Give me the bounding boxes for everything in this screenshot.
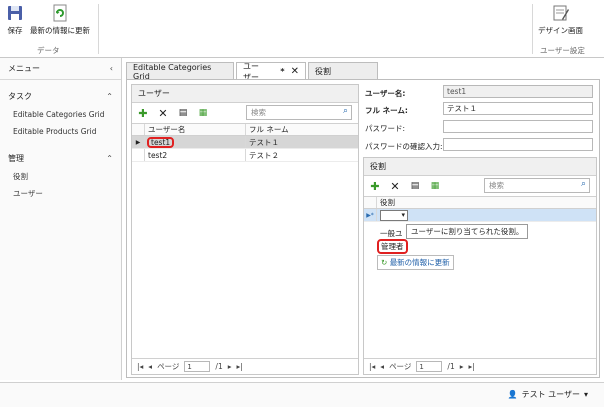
menu-header[interactable]: メニュー ‹ (0, 58, 121, 80)
role-dropdown[interactable]: ▾ (380, 209, 408, 221)
modified-indicator: * (280, 67, 285, 76)
password-label: パスワード: (365, 124, 406, 133)
nav-item-editable-products-grid[interactable]: Editable Products Grid (0, 123, 121, 140)
password-confirm-label: パスワードの確認入力: (365, 142, 443, 151)
role-option-admin[interactable]: 管理者 (377, 239, 408, 254)
last-page-icon[interactable]: ▸| (469, 362, 475, 371)
first-page-icon[interactable]: |◂ (369, 362, 375, 371)
collapse-icon[interactable]: ‹ (110, 64, 113, 73)
navigation-menu: メニュー ‹ タスク ⌃ Editable Categories Grid Ed… (0, 58, 122, 380)
page-number-input[interactable]: 1 (184, 361, 211, 372)
column-header-role[interactable]: 役割 (377, 197, 596, 208)
design-screen-button[interactable]: デザイン画面 (538, 4, 583, 36)
roles-grid: 役割 ▶* ▾ (364, 196, 596, 222)
role-option-general[interactable]: 一般ユ (380, 228, 403, 239)
nav-item-users[interactable]: ユーザー (0, 185, 121, 202)
username-label: ユーザー名: (365, 89, 406, 98)
nav-item-roles[interactable]: 役割 (0, 168, 121, 185)
chevron-down-icon: ▾ (583, 390, 588, 399)
ribbon-divider (532, 4, 533, 54)
delete-icon[interactable]: ✕ (389, 180, 401, 193)
add-icon[interactable]: ✚ (369, 180, 381, 193)
current-user-menu[interactable]: 👤 テスト ユーザー ▾ (508, 389, 588, 400)
tab-strip: Editable Categories Grid ユーザー * ✕ 役割 (126, 62, 378, 82)
next-page-icon[interactable]: ▸ (228, 362, 232, 371)
export-icon[interactable]: ▦ (197, 108, 209, 118)
edit-icon[interactable]: ▤ (409, 181, 421, 191)
last-page-icon[interactable]: ▸| (237, 362, 243, 371)
users-panel: ユーザー ✚ ✕ ▤ ▦ 検索 ⌕ ユーザー名 フル ネーム ▶ test1 テ… (131, 84, 359, 375)
user-icon: 👤 (507, 390, 518, 399)
prev-page-icon[interactable]: ◂ (380, 362, 384, 371)
table-row[interactable]: test2 テスト２ (132, 149, 358, 162)
username-cell[interactable]: test2 (145, 149, 246, 161)
save-button[interactable]: 保存 (6, 4, 24, 36)
page-number-input[interactable]: 1 (416, 361, 443, 372)
column-header-username[interactable]: ユーザー名 (145, 124, 246, 135)
tab-editable-categories-grid[interactable]: Editable Categories Grid (126, 62, 234, 81)
new-row-indicator-icon: ▶* (364, 209, 377, 221)
users-search-input[interactable]: 検索 ⌕ (246, 105, 352, 120)
table-row[interactable]: ▶ test1 テスト１ (132, 136, 358, 149)
design-icon (553, 5, 569, 21)
search-icon[interactable]: ⌕ (581, 179, 586, 189)
chevron-up-icon: ⌃ (106, 153, 113, 163)
fullname-cell[interactable]: テスト２ (246, 149, 358, 161)
prev-page-icon[interactable]: ◂ (148, 362, 152, 371)
roles-panel: 役割 ✚ ✕ ▤ ▦ 検索 ⌕ 役割 ▶* ▾ 一般ユ ユーザーに割り当てられた… (363, 157, 597, 375)
add-icon[interactable]: ✚ (137, 107, 149, 120)
search-icon[interactable]: ⌕ (343, 106, 348, 116)
tab-users[interactable]: ユーザー * ✕ (236, 62, 306, 82)
chevron-up-icon: ⌃ (106, 91, 113, 101)
username-field[interactable]: test1 (443, 85, 593, 98)
tab-roles[interactable]: 役割 (308, 62, 378, 80)
users-grid-header: ユーザー名 フル ネーム (132, 123, 358, 136)
column-header-fullname[interactable]: フル ネーム (246, 124, 358, 135)
users-panel-title: ユーザー (132, 85, 358, 103)
user-settings-group-label: ユーザー設定 (540, 46, 585, 55)
admin-section[interactable]: 管理 ⌃ (0, 148, 121, 168)
ribbon-divider (98, 4, 99, 54)
users-toolbar: ✚ ✕ ▤ ▦ 検索 ⌕ (132, 103, 358, 123)
refresh-link[interactable]: ↻ 最新の情報に更新 (377, 255, 454, 270)
chevron-down-icon[interactable]: ▾ (401, 211, 405, 219)
fullname-field[interactable]: テスト１ (443, 102, 593, 115)
table-row[interactable]: ▶* ▾ (364, 209, 596, 222)
password-confirm-field[interactable] (443, 138, 593, 151)
password-field[interactable] (443, 120, 593, 133)
username-cell[interactable]: test1 (146, 136, 175, 148)
first-page-icon[interactable]: |◂ (137, 362, 143, 371)
roles-pager: |◂ ◂ ページ 1 /1 ▸ ▸| (364, 358, 596, 374)
row-indicator-icon: ▶ (132, 136, 145, 148)
role-tooltip: ユーザーに割り当てられた役割。 (406, 224, 529, 239)
roles-panel-title: 役割 (364, 158, 596, 176)
export-icon[interactable]: ▦ (429, 181, 441, 191)
delete-icon[interactable]: ✕ (157, 107, 169, 120)
next-page-icon[interactable]: ▸ (460, 362, 464, 371)
edit-icon[interactable]: ▤ (177, 108, 189, 118)
refresh-icon: ↻ (381, 258, 388, 267)
users-grid: ユーザー名 フル ネーム ▶ test1 テスト１ test2 テスト２ (132, 123, 358, 162)
close-icon[interactable]: ✕ (291, 66, 299, 77)
refresh-button[interactable]: 最新の情報に更新 (30, 4, 90, 36)
data-group-label: データ (37, 46, 60, 55)
tasks-section[interactable]: タスク ⌃ (0, 86, 121, 106)
workspace: ユーザー ✚ ✕ ▤ ▦ 検索 ⌕ ユーザー名 フル ネーム ▶ test1 テ… (126, 79, 600, 378)
save-icon (8, 6, 22, 20)
ribbon: 保存 最新の情報に更新 データ デザイン画面 ユーザー設定 (0, 0, 604, 58)
fullname-label: フル ネーム: (365, 106, 408, 115)
roles-grid-header: 役割 (364, 196, 596, 209)
fullname-cell[interactable]: テスト１ (246, 136, 358, 148)
nav-item-editable-categories-grid[interactable]: Editable Categories Grid (0, 106, 121, 123)
refresh-icon (53, 4, 67, 22)
roles-toolbar: ✚ ✕ ▤ ▦ 検索 ⌕ (364, 176, 596, 196)
status-bar: 👤 テスト ユーザー ▾ (0, 382, 604, 407)
users-pager: |◂ ◂ ページ 1 /1 ▸ ▸| (132, 358, 358, 374)
roles-search-input[interactable]: 検索 ⌕ (484, 178, 590, 193)
